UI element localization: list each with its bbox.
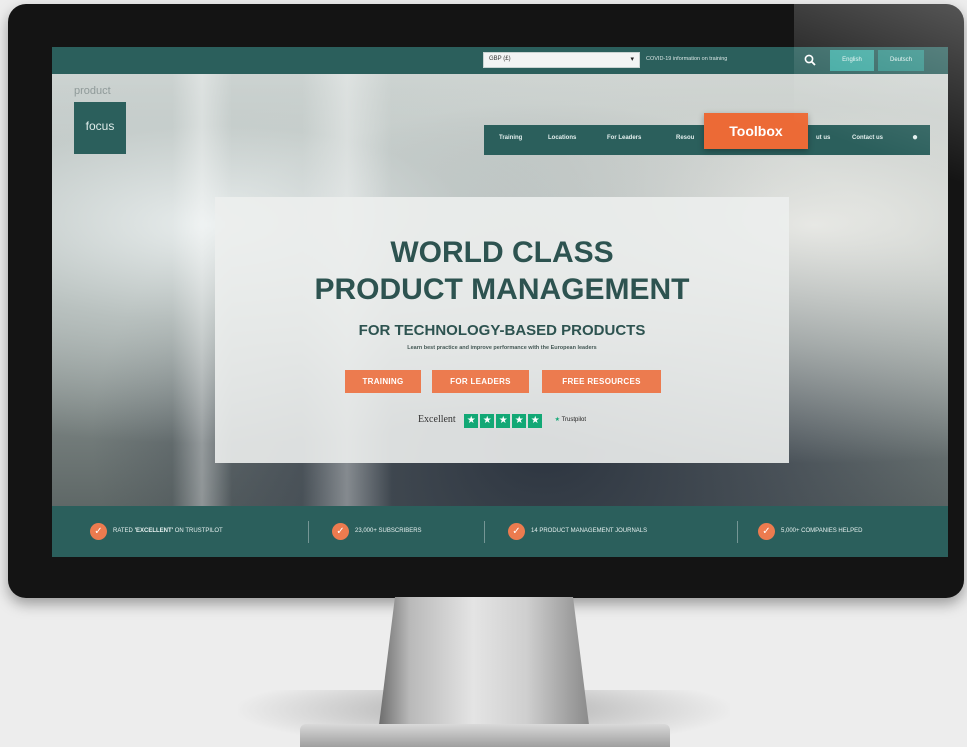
- trustpilot-star-icon: ★: [554, 416, 561, 423]
- check-icon: ✓: [758, 523, 775, 540]
- for-leaders-button[interactable]: FOR LEADERS: [432, 370, 529, 393]
- logo-product-text: product: [74, 85, 111, 97]
- nav-item-resources[interactable]: Resou: [676, 135, 694, 141]
- logo-focus-text: focus: [85, 119, 115, 133]
- hero-title: WORLD CLASS PRODUCT MANAGEMENT: [215, 234, 789, 308]
- stats-bar: ✓ RATED 'EXCELLENT' ON TRUSTPILOT ✓ 23,0…: [52, 506, 948, 557]
- nav-item-locations[interactable]: Locations: [548, 135, 576, 141]
- nav-item-about-us[interactable]: ut us: [816, 135, 830, 141]
- monitor-stand-neck: [378, 597, 590, 733]
- stat-text-part: RATED: [113, 528, 135, 534]
- chevron-down-icon: ▾: [630, 56, 634, 63]
- check-icon: ✓: [332, 523, 349, 540]
- toolbox-callout[interactable]: Toolbox: [704, 113, 808, 149]
- star-icon: ★: [464, 414, 479, 428]
- hero-title-line-2: PRODUCT MANAGEMENT: [314, 273, 690, 306]
- nav-item-for-leaders[interactable]: For Leaders: [607, 135, 641, 141]
- stat-text-strong: 'EXCELLENT': [134, 528, 174, 534]
- divider: [484, 521, 485, 543]
- top-utility-bar: GBP (£) ▾ COVID-19 information on traini…: [52, 47, 948, 74]
- nav-item-contact-us[interactable]: Contact us: [852, 135, 883, 141]
- star-icon: ★: [528, 414, 543, 428]
- star-icon: ★: [480, 414, 495, 428]
- stat-label: 14 PRODUCT MANAGEMENT JOURNALS: [531, 528, 648, 534]
- trustpilot-label: Trustpilot: [561, 416, 587, 423]
- star-icon: ★: [496, 414, 511, 428]
- account-icon[interactable]: ●: [912, 132, 918, 143]
- divider: [737, 521, 738, 543]
- rating-stars: ★ ★ ★ ★ ★: [464, 410, 544, 428]
- nav-item-training[interactable]: Training: [499, 135, 522, 141]
- trustpilot-logo: ★ Trustpilot: [555, 416, 586, 423]
- training-button[interactable]: TRAINING: [345, 370, 421, 393]
- stat-label: 5,000+ COMPANIES HELPED: [781, 528, 863, 534]
- covid-info-link[interactable]: COVID-19 information on training: [646, 56, 727, 62]
- check-icon: ✓: [508, 523, 525, 540]
- stage: GBP (£) ▾ COVID-19 information on traini…: [0, 0, 967, 747]
- divider: [308, 521, 309, 543]
- rating-label: Excellent: [417, 413, 456, 425]
- stat-label: 23,000+ SUBSCRIBERS: [355, 528, 422, 534]
- website-screen: GBP (£) ▾ COVID-19 information on traini…: [52, 47, 948, 557]
- search-icon: [804, 54, 816, 66]
- trustpilot-rating[interactable]: Excellent ★ ★ ★ ★ ★ ★ Trustpilot: [215, 410, 789, 428]
- hero-title-line-1: WORLD CLASS: [390, 236, 614, 269]
- free-resources-button[interactable]: FREE RESOURCES: [542, 370, 661, 393]
- currency-select[interactable]: GBP (£) ▾: [483, 52, 640, 68]
- stat-label: RATED 'EXCELLENT' ON TRUSTPILOT: [113, 528, 223, 534]
- hero-subtitle: FOR TECHNOLOGY-BASED PRODUCTS: [358, 322, 646, 339]
- language-english-button[interactable]: English: [830, 50, 874, 71]
- monitor: GBP (£) ▾ COVID-19 information on traini…: [8, 4, 964, 598]
- search-button[interactable]: [800, 50, 820, 70]
- hero-panel: WORLD CLASS PRODUCT MANAGEMENT FOR TECHN…: [215, 197, 789, 463]
- monitor-stand-base: [300, 724, 670, 747]
- site-logo[interactable]: focus: [74, 102, 126, 154]
- hero-tagline: Learn best practice and improve performa…: [407, 345, 597, 351]
- language-deutsch-button[interactable]: Deutsch: [878, 50, 924, 71]
- check-icon: ✓: [90, 523, 107, 540]
- stat-text-part: ON TRUSTPILOT: [173, 528, 223, 534]
- currency-value: GBP (£): [489, 56, 511, 62]
- star-icon: ★: [512, 414, 527, 428]
